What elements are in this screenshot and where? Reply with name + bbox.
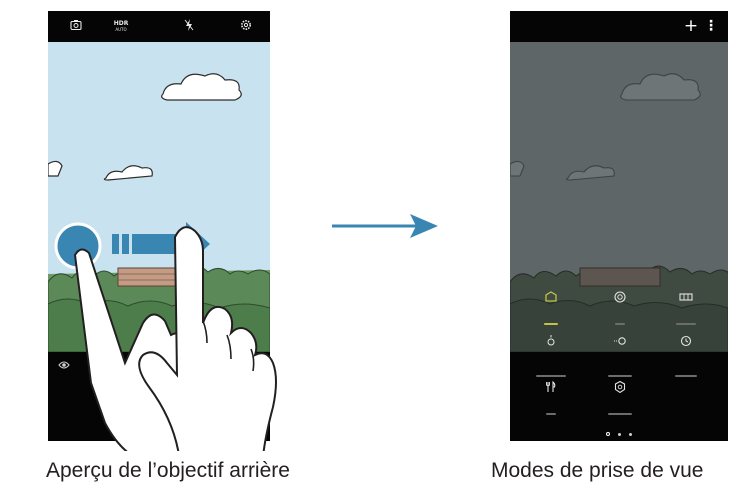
virtual-shot-icon [613, 380, 627, 394]
camera-top-bar: HDR AUTO [48, 11, 270, 42]
mode-label-virtual-shot [590, 400, 650, 415]
hdr-icon[interactable]: HDR AUTO [110, 18, 132, 34]
panorama-mode-icon [679, 290, 693, 304]
slow-motion-icon [613, 334, 627, 348]
mode-pro[interactable] [590, 290, 650, 325]
mode-label-pro [590, 310, 650, 325]
illustration: HDR AUTO + ⋮ Aperçu de l’objectif arrièr… [0, 0, 750, 495]
left-caption: Aperçu de l’objectif arrière [46, 459, 290, 482]
add-mode-button[interactable]: + [682, 16, 700, 36]
switch-camera-icon[interactable] [68, 18, 84, 34]
flash-off-icon[interactable] [181, 18, 197, 34]
auto-mode-icon [544, 290, 558, 304]
hdr-auto-label: AUTO [115, 27, 127, 32]
page-indicator [510, 421, 728, 436]
dimmed-viewfinder [510, 42, 728, 352]
page-dot[interactable] [629, 433, 632, 436]
mode-label-auto [521, 310, 581, 325]
mode-panorama[interactable] [656, 290, 716, 325]
mode-label-hyperlapse [656, 362, 716, 377]
hyperlapse-icon [679, 334, 693, 348]
mode-label-food [521, 400, 581, 415]
more-options-button[interactable]: ⋮ [704, 16, 718, 36]
mode-virtual-shot[interactable] [590, 380, 650, 415]
settings-icon[interactable] [238, 18, 254, 34]
mode-selective-focus[interactable] [521, 334, 581, 348]
page-dot[interactable] [618, 433, 621, 436]
mode-label-selective-focus [521, 362, 581, 377]
right-caption: Modes de prise de vue [491, 459, 704, 482]
mode-food[interactable] [521, 380, 581, 415]
page-dot-active[interactable] [606, 432, 610, 436]
mode-hyperlapse[interactable] [656, 334, 716, 348]
modes-top-bar: + ⋮ [510, 11, 728, 42]
swipe-gesture-hand [73, 226, 277, 451]
shooting-modes-screen: + ⋮ [510, 11, 728, 441]
selective-focus-icon [544, 334, 558, 348]
mode-slow-motion[interactable] [590, 334, 650, 348]
food-mode-icon [544, 380, 558, 394]
hdr-label: HDR [113, 20, 129, 27]
mode-auto[interactable] [521, 290, 581, 325]
pro-mode-icon [613, 290, 627, 304]
mode-label-slow-motion [590, 362, 650, 377]
mode-label-panorama [656, 310, 716, 325]
transition-arrow-icon [332, 214, 438, 238]
